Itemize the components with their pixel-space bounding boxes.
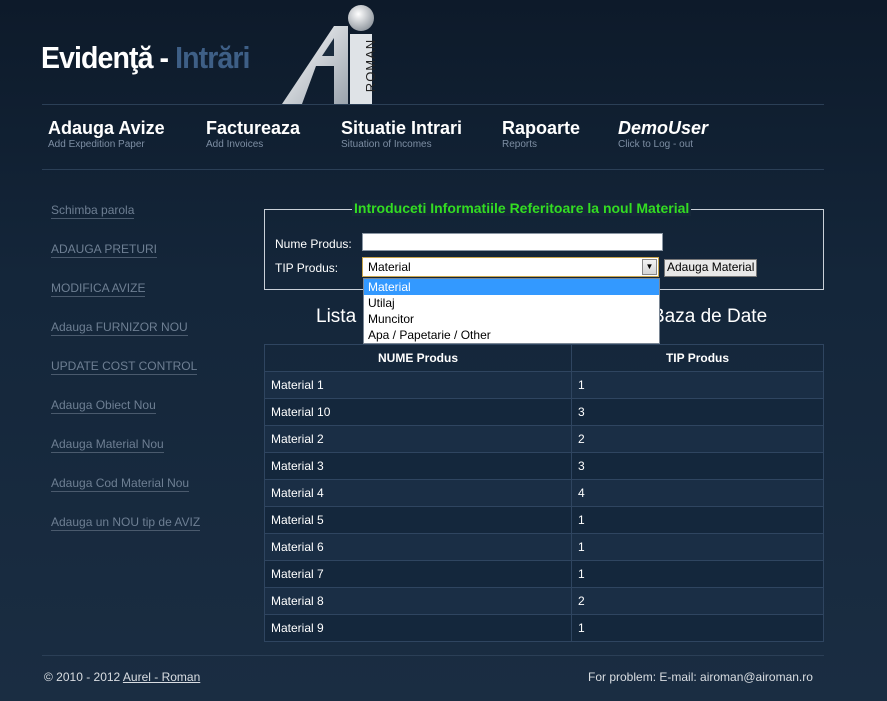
cell-name: Material 7 (264, 560, 572, 588)
sidebar-link-adauga-furnizor[interactable]: Adauga FURNIZOR NOU (51, 320, 188, 336)
footer-copyright: © 2010 - 2012 Aurel - Roman (44, 670, 200, 684)
sidebar-link-schimba-parola[interactable]: Schimba parola (51, 203, 135, 219)
table-row: Material 82 (264, 587, 824, 615)
cell-type: 2 (571, 425, 824, 453)
nav-situatie-intrari-sub: Situation of Incomes (341, 139, 432, 150)
list-title-left: Lista (316, 306, 357, 327)
site-title: Evidenţă - Intrări (41, 40, 250, 76)
table-row: Material 51 (264, 506, 824, 534)
table-row: Material 33 (264, 452, 824, 480)
nav-situatie-intrari-label: Situatie Intrari (341, 118, 463, 138)
cell-name: Material 8 (264, 587, 572, 615)
column-header-type: TIP Produs (571, 344, 824, 372)
cell-name: Material 10 (264, 398, 572, 426)
cell-type: 4 (571, 479, 824, 507)
nav-rapoarte-sub: Reports (502, 139, 538, 150)
site-title-separator: - (152, 40, 176, 75)
nav-user-label: DemoUser (618, 118, 709, 138)
nav-add-avize[interactable]: Adauga Avize Add Expedition Paper (48, 118, 165, 152)
cell-name: Material 9 (264, 614, 572, 642)
cell-type: 1 (571, 371, 824, 399)
table-row: Material 44 (264, 479, 824, 507)
cell-name: Material 1 (264, 371, 572, 399)
column-header-name: NUME Produs (264, 344, 572, 372)
list-title-right: Baza de Date (652, 306, 768, 327)
cell-name: Material 6 (264, 533, 572, 561)
cell-type: 2 (571, 587, 824, 615)
header-divider (42, 104, 824, 105)
table-row: Material 61 (264, 533, 824, 561)
product-type-select[interactable]: Material ▼ (362, 257, 659, 277)
footer-contact: For problem: E-mail: airoman@airoman.ro (588, 670, 813, 684)
dropdown-arrow-icon[interactable]: ▼ (642, 259, 657, 275)
nav-user-logout[interactable]: DemoUser Click to Log - out (618, 118, 708, 152)
sidebar-link-adauga-cod-material[interactable]: Adauga Cod Material Nou (51, 476, 190, 492)
sidebar-link-adauga-tip-aviz[interactable]: Adauga un NOU tip de AVIZ (51, 515, 201, 531)
nav-rapoarte-label: Rapoarte (502, 118, 581, 138)
dropdown-option-other[interactable]: Apa / Papetarie / Other (364, 327, 659, 343)
table-row: Material 11 (264, 371, 824, 399)
site-title-main: Evidenţă (41, 40, 153, 75)
nav-add-avize-sub: Add Expedition Paper (48, 139, 145, 150)
cell-name: Material 4 (264, 479, 572, 507)
cell-name: Material 3 (264, 452, 572, 480)
author-link[interactable]: Aurel - Roman (123, 670, 200, 684)
dropdown-option-utilaj[interactable]: Utilaj (364, 295, 659, 311)
materials-table: NUME Produs TIP Produs Material 11 Mater… (264, 344, 824, 642)
cell-type: 1 (571, 506, 824, 534)
product-name-input[interactable] (362, 233, 663, 251)
nav-add-avize-label: Adauga Avize (48, 118, 165, 138)
cell-type: 1 (571, 560, 824, 588)
table-header-row: NUME Produs TIP Produs (264, 344, 824, 372)
dropdown-option-muncitor[interactable]: Muncitor (364, 311, 659, 327)
sidebar-link-adauga-preturi[interactable]: ADAUGA PRETURI (51, 242, 158, 258)
table-row: Material 22 (264, 425, 824, 453)
name-label: Nume Produs: (275, 237, 352, 251)
sidebar-link-update-cost-control[interactable]: UPDATE COST CONTROL (51, 359, 198, 375)
nav-user-sub: Click to Log - out (618, 139, 694, 150)
nav-divider (42, 169, 824, 170)
cell-type: 3 (571, 452, 824, 480)
product-type-dropdown-list: Material Utilaj Muncitor Apa / Papetarie… (363, 278, 660, 344)
cell-type: 1 (571, 533, 824, 561)
dropdown-option-material[interactable]: Material (364, 279, 659, 295)
site-title-section: Intrări (175, 40, 250, 75)
copyright-text: © 2010 - 2012 (44, 670, 121, 684)
table-row: Material 10 3 (264, 398, 824, 426)
cell-name: Material 2 (264, 425, 572, 453)
nav-rapoarte[interactable]: Rapoarte Reports (502, 118, 580, 152)
sidebar-link-adauga-obiect[interactable]: Adauga Obiect Nou (51, 398, 156, 414)
sidebar-link-modifica-avize[interactable]: MODIFICA AVIZE (51, 281, 146, 297)
sidebar-link-adauga-material[interactable]: Adauga Material Nou (51, 437, 164, 453)
nav-situatie-intrari[interactable]: Situatie Intrari Situation of Incomes (341, 118, 462, 152)
cell-name: Material 5 (264, 506, 572, 534)
cell-type: 3 (571, 398, 824, 426)
ai-roman-logo: ROMAN (282, 4, 382, 106)
logo-text: ROMAN (363, 38, 379, 93)
add-material-button[interactable]: Adauga Material (664, 259, 758, 277)
type-label: TIP Produs: (275, 261, 339, 275)
table-row: Material 71 (264, 560, 824, 588)
cell-type: 1 (571, 614, 824, 642)
product-type-selected-value: Material (368, 260, 411, 274)
footer-divider (42, 655, 824, 656)
material-form-legend: Introduceti Informatiile Referitoare la … (352, 200, 692, 216)
nav-factureaza-label: Factureaza (206, 118, 301, 138)
nav-factureaza-sub: Add Invoices (206, 139, 264, 150)
table-row: Material 91 (264, 614, 824, 642)
nav-factureaza[interactable]: Factureaza Add Invoices (206, 118, 300, 152)
